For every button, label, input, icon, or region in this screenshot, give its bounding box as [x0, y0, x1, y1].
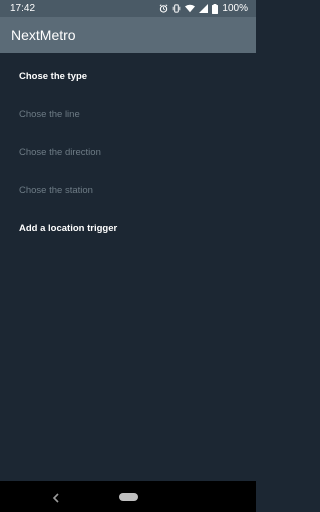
- alarm-icon: [159, 4, 168, 13]
- menu-item-chose-line[interactable]: Chose the line: [19, 109, 80, 120]
- home-icon[interactable]: [119, 493, 138, 501]
- menu-item-chose-direction[interactable]: Chose the direction: [19, 147, 101, 158]
- main-menu: Chose the type Chose the line Chose the …: [0, 53, 256, 481]
- signal-icon: [199, 4, 209, 13]
- app-title: NextMetro: [11, 27, 76, 43]
- wifi-icon: [185, 4, 196, 13]
- status-bar: 17:42 100%: [0, 0, 256, 17]
- menu-item-chose-station[interactable]: Chose the station: [19, 185, 93, 196]
- back-icon[interactable]: [51, 491, 61, 503]
- battery-percent: 100%: [222, 3, 248, 14]
- app-bar: NextMetro: [0, 17, 256, 53]
- status-icons: 100%: [159, 3, 248, 14]
- battery-icon: [212, 3, 219, 14]
- vibrate-icon: [172, 4, 181, 13]
- status-time: 17:42: [10, 3, 36, 14]
- menu-item-add-location-trigger[interactable]: Add a location trigger: [19, 223, 117, 234]
- navigation-bar: [0, 481, 256, 512]
- menu-item-chose-type[interactable]: Chose the type: [19, 71, 87, 82]
